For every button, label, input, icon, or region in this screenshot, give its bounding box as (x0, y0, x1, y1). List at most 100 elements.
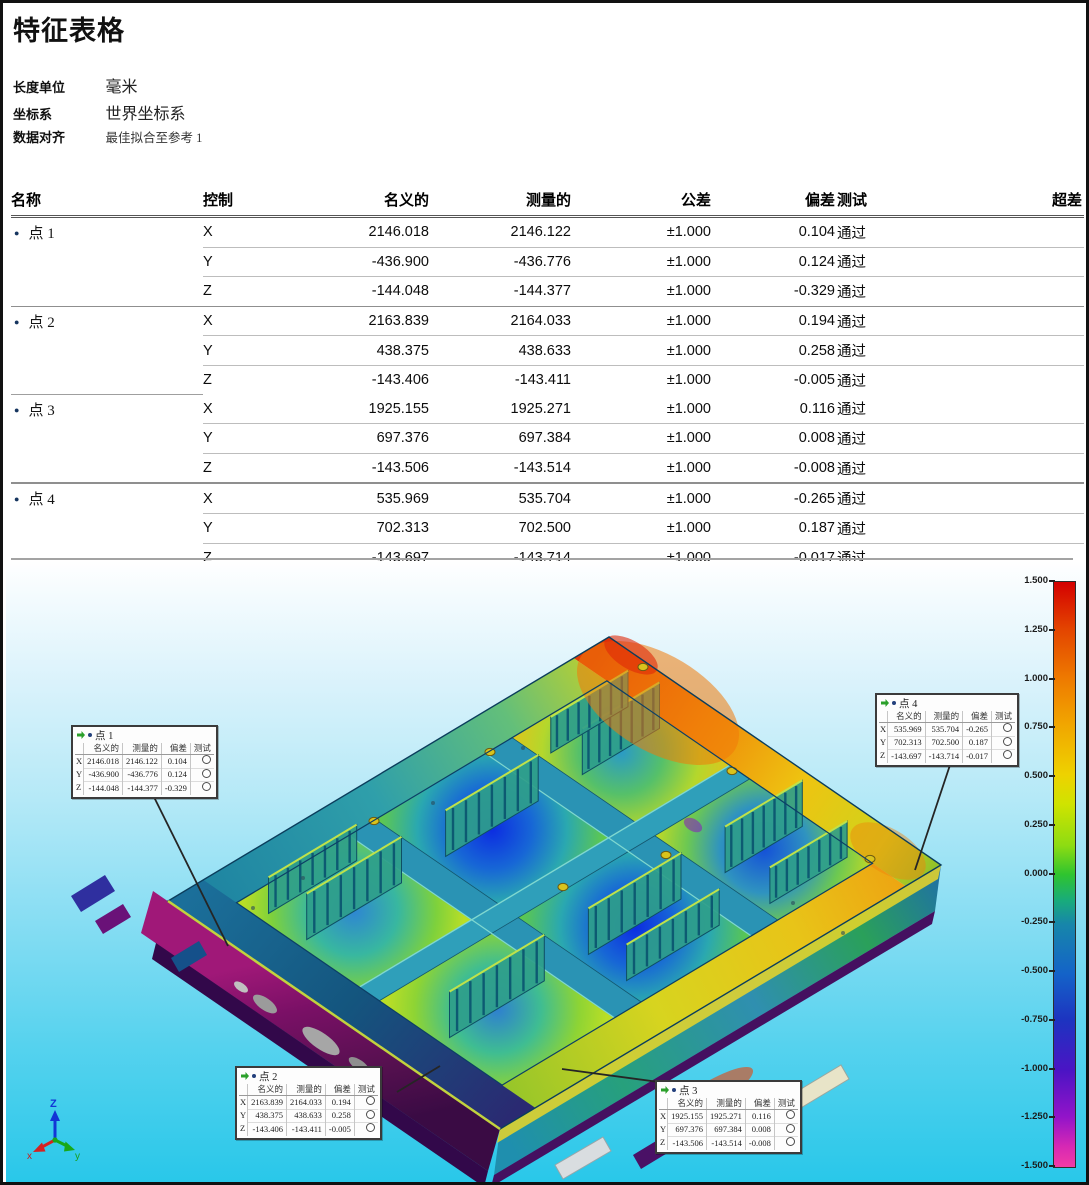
meta-label: 长度单位 (13, 77, 101, 96)
axis-label: X (75, 755, 84, 769)
test-result-cell: 通过 (837, 277, 971, 307)
color-scale-label: -0.250 (996, 916, 1048, 927)
control-cell: Y (203, 513, 281, 543)
test-result-cell: 通过 (837, 247, 971, 277)
callout-col-header: 测试 (774, 1098, 798, 1110)
axis-label: X (879, 723, 888, 737)
measured-value: 1925.271 (707, 1110, 746, 1124)
test-cell (992, 750, 1016, 763)
nominal-cell: 2163.839 (281, 306, 431, 336)
callout-table: 名义的测量的偏差测试X2146.0182146.1220.104Y-436.90… (75, 743, 214, 795)
callout-title: 点 1 (95, 728, 113, 743)
test-cell (774, 1110, 798, 1124)
deviation-cell: 0.258 (713, 336, 837, 366)
measured-value: 2146.122 (123, 755, 162, 769)
callout-row: Y-436.900-436.7760.124 (75, 768, 214, 782)
test-pass-circle-icon (1003, 723, 1012, 732)
nominal-value: -143.506 (668, 1137, 707, 1150)
deviation-value: 0.116 (745, 1110, 774, 1124)
tolerance-cell: ±1.000 (573, 247, 713, 277)
deviation-cell: -0.005 (713, 365, 837, 394)
callout-point-3: 点 3名义的测量的偏差测试X1925.1551925.2710.116Y697.… (655, 1080, 802, 1154)
control-cell: Z (203, 453, 281, 483)
deviation-value: 0.104 (161, 755, 190, 769)
table-row: Y438.375438.633±1.0000.258通过 (11, 336, 1084, 366)
measured-value: 2164.033 (287, 1096, 326, 1110)
point-name-cell (11, 247, 203, 277)
table-row: Y-436.900-436.776±1.0000.124通过 (11, 247, 1084, 277)
deviation-cell: 0.116 (713, 395, 837, 424)
nominal-value: 697.376 (668, 1123, 707, 1137)
out-tolerance-cell (971, 453, 1084, 483)
nominal-cell: -143.506 (281, 453, 431, 483)
callout-row: Y702.313702.5000.187 (879, 736, 1015, 750)
callout-title-bar: 点 1 (73, 727, 216, 742)
out-tolerance-cell (971, 395, 1084, 424)
nominal-cell: 697.376 (281, 424, 431, 454)
meta-data-alignment: 数据对齐 最佳拟合至参考 1 (13, 127, 202, 147)
color-scale-tick (1049, 970, 1055, 972)
test-result-cell: 通过 (837, 483, 971, 513)
control-cell: Z (203, 277, 281, 307)
out-tolerance-cell (971, 483, 1084, 513)
feature-group-1: ●点 1X2146.0182146.122±1.0000.104通过Y-436.… (11, 217, 1084, 307)
meta-value: 毫米 (105, 79, 137, 96)
color-scale-label: 0.000 (996, 868, 1048, 879)
point-bullet-icon: ● (14, 494, 19, 504)
goto-arrow-icon (241, 1072, 249, 1080)
test-result-cell: 通过 (837, 513, 971, 543)
tolerance-cell: ±1.000 (573, 424, 713, 454)
callout-table: 名义的测量的偏差测试X2163.8392164.0330.194Y438.375… (239, 1084, 378, 1136)
nominal-cell: 535.969 (281, 483, 431, 513)
color-scale-tick (1049, 678, 1055, 680)
meta-coordinate-system: 坐标系 世界坐标系 (13, 100, 185, 120)
col-nominal: 名义的 (281, 189, 431, 217)
test-result-cell: 通过 (837, 217, 971, 248)
callout-title: 点 3 (679, 1083, 697, 1098)
test-cell (354, 1123, 378, 1136)
color-scale-tick (1049, 1068, 1055, 1070)
deviation-value: -0.329 (161, 782, 190, 795)
callout-col-header: 名义的 (668, 1098, 707, 1110)
measured-cell: -143.514 (431, 453, 573, 483)
tolerance-cell: ±1.000 (573, 217, 713, 248)
test-cell (190, 768, 214, 782)
test-pass-circle-icon (202, 769, 211, 778)
out-tolerance-cell (971, 424, 1084, 454)
test-result-cell: 通过 (837, 453, 971, 483)
measured-cell: -436.776 (431, 247, 573, 277)
nominal-value: 702.313 (888, 736, 925, 750)
callout-row: X2146.0182146.1220.104 (75, 755, 214, 769)
point-feature-icon (672, 1088, 676, 1092)
test-pass-circle-icon (786, 1124, 795, 1133)
nominal-value: -436.900 (84, 768, 123, 782)
callout-title-bar: 点 4 (877, 695, 1017, 710)
color-scale-tick (1049, 580, 1055, 582)
callout-col-header: 偏差 (161, 743, 190, 755)
nominal-value: 438.375 (248, 1109, 287, 1123)
color-scale-label: -1.250 (996, 1111, 1048, 1122)
callout-row: Y697.376697.3840.008 (659, 1123, 798, 1137)
feature-group-2: ●点 2X2163.8392164.033±1.0000.194通过Y438.3… (11, 306, 1084, 394)
point-bullet-icon: ● (14, 405, 19, 415)
test-result-cell: 通过 (837, 336, 971, 366)
callout-col-header: 名义的 (84, 743, 123, 755)
goto-arrow-icon (77, 731, 85, 739)
nominal-cell: -436.900 (281, 247, 431, 277)
test-pass-circle-icon (1003, 737, 1012, 746)
callout-point-1: 点 1名义的测量的偏差测试X2146.0182146.1220.104Y-436… (71, 725, 218, 799)
callout-col-header: 测量的 (287, 1084, 326, 1096)
callout-row: X2163.8392164.0330.194 (239, 1096, 378, 1110)
callout-col-header: 偏差 (325, 1084, 354, 1096)
axis-z-label: Z (50, 1098, 57, 1110)
deviation-cell: -0.265 (713, 483, 837, 513)
measured-cell: -143.411 (431, 365, 573, 394)
callout-col-header: 测试 (190, 743, 214, 755)
point-feature-icon (88, 733, 92, 737)
out-tolerance-cell (971, 217, 1084, 248)
point-name-cell (11, 277, 203, 307)
callout-col-header: 名义的 (888, 711, 925, 723)
measured-value: 535.704 (925, 723, 962, 737)
test-cell (354, 1109, 378, 1123)
callout-row: X535.969535.704-0.265 (879, 723, 1015, 737)
